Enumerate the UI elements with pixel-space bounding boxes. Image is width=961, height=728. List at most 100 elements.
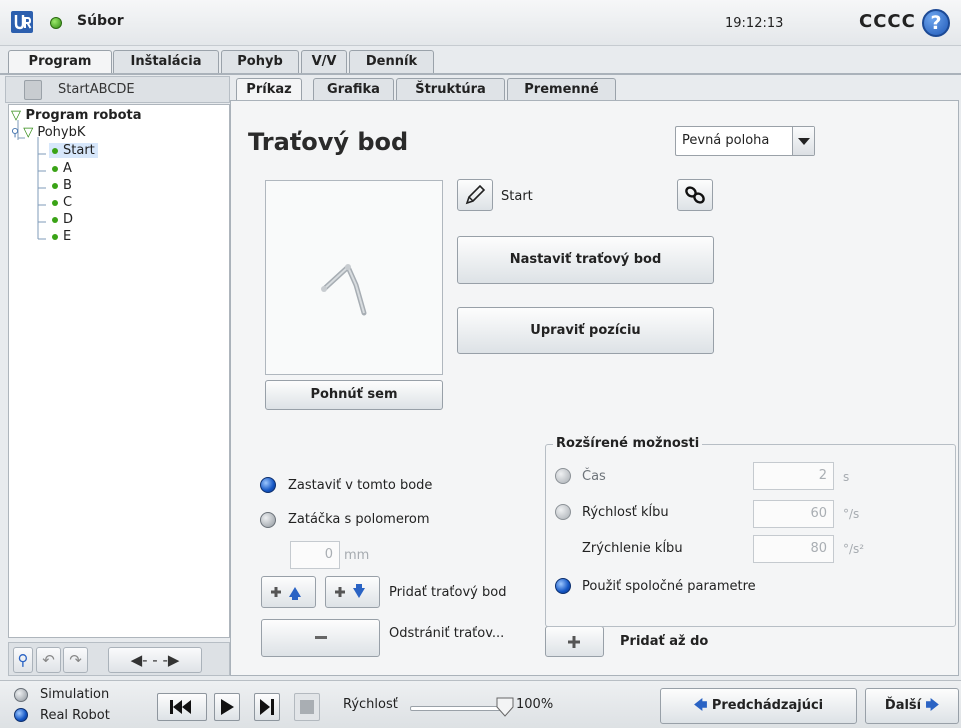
advanced-options-title: Rozšírené možnosti xyxy=(553,436,703,451)
position-type-select[interactable]: Pevná poloha xyxy=(675,126,815,156)
expand-triangle-icon: ▽ xyxy=(23,125,34,140)
link-button[interactable] xyxy=(677,179,713,211)
real-robot-label: Real Robot xyxy=(40,708,110,723)
joint-accel-input[interactable]: 80 xyxy=(753,535,834,563)
blend-radius-label: Zatáčka s polomerom xyxy=(288,512,430,527)
redo-icon[interactable]: ↷ xyxy=(63,647,88,673)
joint-accel-label: Zrýchlenie kĺbu xyxy=(582,541,683,556)
arrow-left-icon: 🡄 xyxy=(693,698,708,713)
rewind-icon xyxy=(170,700,191,714)
add-until-button[interactable] xyxy=(545,626,604,657)
link-icon xyxy=(685,186,705,204)
search-icon[interactable]: ⚲ xyxy=(13,647,33,673)
blend-radius-input[interactable]: 0 xyxy=(290,541,340,569)
previous-label: Predchádzajúci xyxy=(711,698,824,713)
collapse-expand-arrow-icon[interactable]: ◀- - -▶ xyxy=(108,647,202,673)
position-type-value: Pevná poloha xyxy=(682,133,770,148)
add-before-icon xyxy=(271,587,301,600)
move-here-button[interactable]: Pohnúť sem xyxy=(265,380,443,410)
rewind-button[interactable] xyxy=(157,693,207,721)
tab-program[interactable]: Program xyxy=(8,50,112,75)
add-waypoint-after-button[interactable] xyxy=(325,576,380,608)
time-label: Čas xyxy=(582,469,606,484)
step-icon xyxy=(260,699,274,715)
undo-icon[interactable]: ↶ xyxy=(36,647,61,673)
tree-root-label: Program robota xyxy=(25,108,142,123)
file-status-icon xyxy=(50,17,62,29)
tree-node-move[interactable]: ⚲ ▽ PohybK xyxy=(11,125,85,140)
help-icon[interactable]: ? xyxy=(922,9,950,37)
joint-accel-unit: °/s² xyxy=(843,542,865,556)
speed-label: Rýchlosť xyxy=(343,697,398,712)
top-bar: Súbor 19:12:13 CCCC ? xyxy=(0,0,961,46)
waypoint-dot-icon xyxy=(52,165,58,172)
speed-slider-track[interactable] xyxy=(410,706,510,711)
page-title: Traťový bod xyxy=(248,128,409,156)
bottom-bar: Simulation Real Robot Rýchlosť 100% 🡄 Pr… xyxy=(0,680,961,728)
joint-speed-unit: °/s xyxy=(843,507,860,521)
next-button[interactable]: Ďalší 🡆 xyxy=(865,688,959,724)
arrow-right-icon: 🡆 xyxy=(925,698,940,713)
waypoint-label: A xyxy=(63,161,72,176)
tree-node-waypoint-c[interactable]: C xyxy=(52,195,72,210)
plus-icon xyxy=(568,636,580,648)
tree-node-waypoint-d[interactable]: D xyxy=(52,212,73,227)
add-waypoint-before-button[interactable] xyxy=(261,576,316,608)
tree-toolbar: ⚲ ↶ ↷ ◀- - -▶ xyxy=(8,642,230,676)
tab-variables[interactable]: Premenné xyxy=(507,78,616,101)
real-robot-radio[interactable] xyxy=(14,708,28,722)
rename-button[interactable] xyxy=(457,179,493,211)
waypoint-dot-icon xyxy=(52,216,58,223)
time-radio[interactable] xyxy=(555,468,571,484)
shared-params-radio[interactable] xyxy=(555,578,571,594)
waypoint-label: D xyxy=(63,212,74,227)
tab-log[interactable]: Denník xyxy=(349,50,434,74)
tree-node-waypoint-b[interactable]: B xyxy=(52,178,72,193)
waypoint-label: B xyxy=(63,178,72,193)
tab-command[interactable]: Príkaz xyxy=(236,78,302,102)
tree-move-label: PohybK xyxy=(37,125,86,140)
key-icon: ⚲ xyxy=(11,126,20,139)
tab-graphics[interactable]: Grafika xyxy=(313,78,394,101)
waypoint-dot-icon xyxy=(52,199,58,206)
tab-move[interactable]: Pohyb xyxy=(221,50,299,74)
ur-logo-icon xyxy=(10,10,34,34)
robot-preview xyxy=(265,180,443,375)
program-tree: ▽ Program robota ⚲ ▽ PohybK Start A B C … xyxy=(8,104,230,638)
blend-radius-unit: mm xyxy=(344,548,370,563)
joint-speed-input[interactable]: 60 xyxy=(753,500,834,528)
joint-speed-label: Rýchlosť kĺbu xyxy=(582,505,669,520)
stop-here-radio[interactable] xyxy=(260,477,276,493)
time-input[interactable]: 2 xyxy=(753,462,834,490)
simulation-radio[interactable] xyxy=(14,688,28,702)
file-menu[interactable]: Súbor xyxy=(77,13,124,29)
step-button[interactable] xyxy=(254,693,280,721)
time-unit: s xyxy=(843,470,850,484)
stop-icon xyxy=(300,700,314,714)
advanced-options-group xyxy=(545,444,956,627)
edit-position-button[interactable]: Upraviť pozíciu xyxy=(457,307,714,354)
waypoint-label: Start xyxy=(63,143,95,158)
waypoint-dot-icon xyxy=(52,182,58,189)
robot-arm-icon xyxy=(321,264,367,316)
blend-radius-radio[interactable] xyxy=(260,512,276,528)
program-panel: Start ABCDE ▽ Program robota ⚲ ▽ PohybK S… xyxy=(5,76,230,676)
tab-structure[interactable]: Štruktúra xyxy=(396,78,505,101)
save-icon[interactable] xyxy=(24,80,42,100)
chevron-down-icon[interactable] xyxy=(792,127,814,155)
tree-node-waypoint-a[interactable]: A xyxy=(52,161,72,176)
play-button[interactable] xyxy=(214,693,240,721)
remove-waypoint-button[interactable] xyxy=(261,619,380,657)
pencil-icon xyxy=(465,184,486,205)
tree-node-waypoint-start[interactable]: Start xyxy=(49,143,98,158)
set-waypoint-button[interactable]: Nastaviť traťový bod xyxy=(457,236,714,284)
tab-installation[interactable]: Inštalácia xyxy=(113,50,219,74)
previous-button[interactable]: 🡄 Predchádzajúci xyxy=(660,688,857,724)
joint-speed-radio[interactable] xyxy=(555,504,571,520)
slider-thumb-icon xyxy=(496,697,514,717)
speed-slider-thumb[interactable] xyxy=(496,697,514,717)
stop-button[interactable] xyxy=(294,693,320,721)
tab-io[interactable]: V/V xyxy=(301,50,347,74)
tree-node-root[interactable]: ▽ Program robota xyxy=(11,108,142,123)
tree-node-waypoint-e[interactable]: E xyxy=(52,229,71,244)
